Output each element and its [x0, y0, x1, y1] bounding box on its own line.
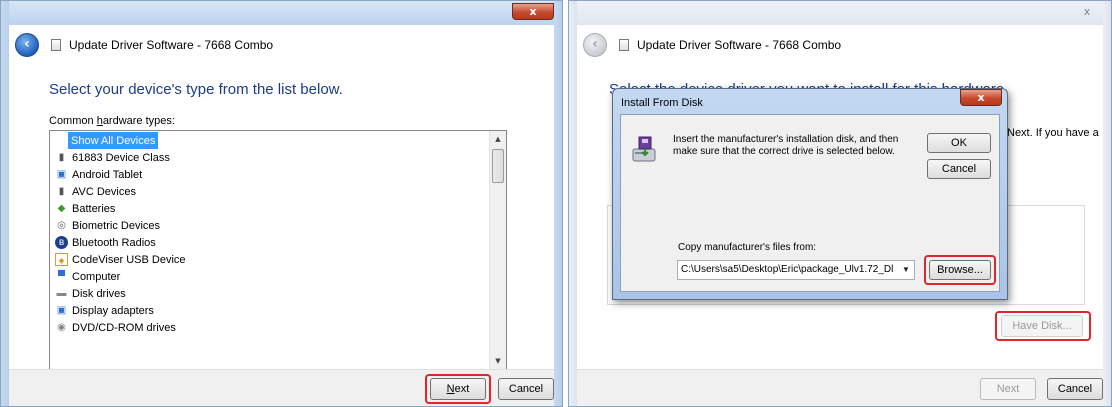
- install-from-disk-dialog: Install From Disk x Insert the manufactu…: [612, 88, 1008, 300]
- cancel-button[interactable]: Cancel: [498, 378, 554, 400]
- tablet-icon: ▣: [56, 169, 67, 180]
- battery-icon: ◆: [57, 203, 66, 214]
- scroll-down-arrow-icon[interactable]: ▼: [490, 353, 506, 369]
- list-item-biometric-devices[interactable]: ◎ Biometric Devices: [55, 217, 160, 234]
- window-footer: Next Cancel: [577, 369, 1103, 406]
- list-item-show-all-devices[interactable]: Show All Devices: [68, 132, 159, 149]
- list-item-android-tablet[interactable]: ▣ Android Tablet: [55, 166, 142, 183]
- next-button-highlight: [425, 374, 491, 404]
- back-arrow-icon[interactable]: ‹: [583, 33, 607, 57]
- usb-icon: ◈: [55, 253, 68, 266]
- dialog-close-button[interactable]: x: [960, 89, 1002, 106]
- window-frame-left: [569, 1, 577, 406]
- list-item-disk-drives[interactable]: ▬ Disk drives: [55, 285, 126, 302]
- have-disk-button-highlight: [995, 311, 1091, 341]
- install-disk-icon: [632, 136, 656, 162]
- window-frame-top: [569, 1, 1111, 25]
- update-driver-window-left: x ‹ Update Driver Software - 7668 Combo …: [0, 0, 563, 407]
- copy-files-label: Copy manufacturer's files from:: [678, 242, 817, 253]
- list-item-display-adapters[interactable]: ▣ Display adapters: [55, 302, 154, 319]
- page-heading: Select your device's type from the list …: [49, 81, 343, 98]
- bluetooth-icon: ʙ: [55, 236, 68, 249]
- instruction-text-fragment: Next. If you have a: [1007, 127, 1099, 139]
- chevron-down-icon[interactable]: ▼: [898, 261, 914, 279]
- dialog-instruction-text: Insert the manufacturer's installation d…: [673, 134, 899, 157]
- window-title: Update Driver Software - 7668 Combo: [69, 38, 274, 52]
- dialog-client: Insert the manufacturer's installation d…: [620, 114, 1000, 292]
- window-close-button[interactable]: x: [512, 3, 554, 20]
- wizard-icon: [51, 39, 61, 51]
- back-arrow-icon[interactable]: ‹: [15, 33, 39, 57]
- fingerprint-icon: ◎: [57, 220, 66, 231]
- window-frame-right: [1103, 1, 1111, 406]
- window-close-button[interactable]: x: [1075, 5, 1099, 19]
- list-item-61883-device-class[interactable]: ▮ 61883 Device Class: [55, 149, 170, 166]
- list-item-bluetooth-radios[interactable]: ʙ Bluetooth Radios: [55, 234, 156, 251]
- dvd-icon: ◉: [57, 322, 66, 333]
- device-icon: ▮: [58, 186, 65, 197]
- computer-icon: ▀: [57, 271, 66, 282]
- list-item-dvd-cd-rom-drives[interactable]: ◉ DVD/CD-ROM drives: [55, 319, 176, 336]
- dialog-cancel-button[interactable]: Cancel: [927, 159, 991, 179]
- list-item-codeviser-usb-device[interactable]: ◈ CodeViser USB Device: [55, 251, 186, 268]
- window-header: ‹ Update Driver Software - 7668 Combo: [577, 25, 1103, 65]
- list-item-computer[interactable]: ▀ Computer: [55, 268, 120, 285]
- next-button[interactable]: Next: [980, 378, 1036, 400]
- window-frame-right: [554, 1, 562, 406]
- list-scrollbar[interactable]: ▲ ▼: [489, 131, 506, 369]
- device-icon: ▮: [58, 152, 65, 163]
- scrollbar-thumb[interactable]: [492, 149, 504, 183]
- dialog-title: Install From Disk: [621, 97, 703, 109]
- source-path-combobox[interactable]: C:\Users\sa5\Desktop\Eric\package_Ulv1.7…: [677, 260, 915, 280]
- hardware-types-label: Common hardware types:: [49, 115, 175, 127]
- scroll-up-arrow-icon[interactable]: ▲: [490, 131, 506, 147]
- window-header: ‹ Update Driver Software - 7668 Combo: [9, 25, 554, 65]
- list-item-batteries[interactable]: ◆ Batteries: [55, 200, 116, 217]
- browse-button-highlight: [924, 255, 996, 285]
- display-icon: ▣: [56, 305, 67, 316]
- window-frame-top: [1, 1, 562, 25]
- ok-button[interactable]: OK: [927, 133, 991, 153]
- window-frame-left: [1, 1, 9, 406]
- window-footer: Next Cancel: [9, 369, 554, 406]
- list-item-avc-devices[interactable]: ▮ AVC Devices: [55, 183, 136, 200]
- window-client: ‹ Update Driver Software - 7668 Combo Se…: [9, 25, 554, 406]
- disk-drive-icon: ▬: [56, 288, 67, 299]
- window-title: Update Driver Software - 7668 Combo: [637, 38, 842, 52]
- cancel-button[interactable]: Cancel: [1047, 378, 1103, 400]
- hardware-types-list[interactable]: Show All Devices ▮ 61883 Device Class ▣ An…: [49, 130, 507, 370]
- wizard-icon: [619, 39, 629, 51]
